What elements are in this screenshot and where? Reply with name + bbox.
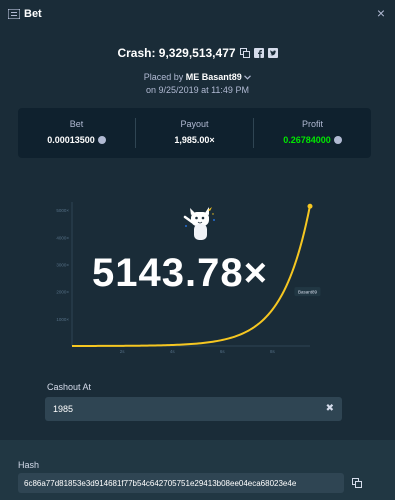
window-titlebar: Bet × <box>0 0 395 30</box>
crash-multiplier: 5143.78× <box>92 251 268 295</box>
chart-y-tick-label: 1000× <box>56 317 69 322</box>
cat-mascot-part <box>191 212 209 226</box>
cat-mascot-part <box>212 213 214 215</box>
chart-y-tick-label: 5000× <box>56 208 69 213</box>
chart-x-tick-label: 4s <box>170 349 176 354</box>
cashout-label: Cashout At <box>47 382 92 392</box>
cashout-input[interactable] <box>53 401 313 417</box>
chevron-down-icon[interactable] <box>244 75 252 80</box>
close-icon[interactable]: × <box>377 6 385 20</box>
bet-list-icon <box>8 9 20 19</box>
stat-payout-label: Payout <box>180 119 209 129</box>
stat-profit-label: Profit <box>301 119 323 129</box>
stat-bet: Bet 0.00013500 <box>18 108 135 158</box>
chart-y-tick-label: 2000× <box>56 290 69 295</box>
stat-bet-value: 0.00013500 <box>47 135 95 145</box>
facebook-icon[interactable] <box>253 48 264 58</box>
cat-mascot-part <box>183 215 194 224</box>
stat-bet-label: Bet <box>69 119 84 129</box>
bet-stats-panel: Bet 0.00013500 Payout 1,985.00× Profit 0… <box>18 108 371 158</box>
stat-profit: Profit 0.26784000 <box>254 108 371 158</box>
hash-label: Hash <box>18 460 40 470</box>
stat-profit-value-row: 0.26784000 <box>254 135 371 145</box>
cashout-marker-label: Basant89 <box>298 290 318 295</box>
hash-input[interactable] <box>24 476 334 490</box>
placed-by-prefix: Placed by <box>143 72 184 82</box>
cat-mascot-part <box>194 224 207 240</box>
window-title: Bet <box>24 8 42 20</box>
chart-y-tick-label: 3000× <box>56 262 69 267</box>
bet-date: on 9/25/2019 at 11:49 PM <box>146 85 249 95</box>
stat-bet-value-row: 0.00013500 <box>18 135 135 145</box>
player-name[interactable]: ME Basant89 <box>186 72 242 82</box>
copy-icon[interactable] <box>352 478 362 488</box>
cashout-field: ✖ <box>45 397 342 421</box>
coin-icon <box>97 136 106 144</box>
cat-mascot-part <box>195 216 198 220</box>
crash-id-label: Crash: 9,329,513,477 <box>117 46 236 60</box>
chart-x-tick-label: 6s <box>220 349 226 354</box>
cat-mascot-icon <box>183 207 215 240</box>
chart-x-tick-label: 2s <box>120 349 126 354</box>
crash-header: Crash: 9,329,513,477 <box>0 46 395 60</box>
chart-x-tick-label: 8s <box>270 349 276 354</box>
twitter-icon[interactable] <box>267 48 278 58</box>
cat-mascot-part <box>213 219 215 221</box>
cat-mascot-part <box>201 216 205 220</box>
stat-payout: Payout 1,985.00× <box>136 108 253 158</box>
placed-by: Placed by ME Basant89 <box>0 72 395 82</box>
clear-icon[interactable]: ✖ <box>326 403 334 415</box>
stat-profit-value: 0.26784000 <box>283 135 331 145</box>
stat-payout-value: 1,985.00× <box>174 135 215 145</box>
cat-mascot-part <box>185 225 187 227</box>
coin-icon <box>333 136 342 144</box>
hash-field <box>18 473 344 493</box>
copy-icon[interactable] <box>239 48 250 58</box>
chart-end-point <box>307 203 313 209</box>
chart-y-tick-label: 4000× <box>56 235 69 240</box>
